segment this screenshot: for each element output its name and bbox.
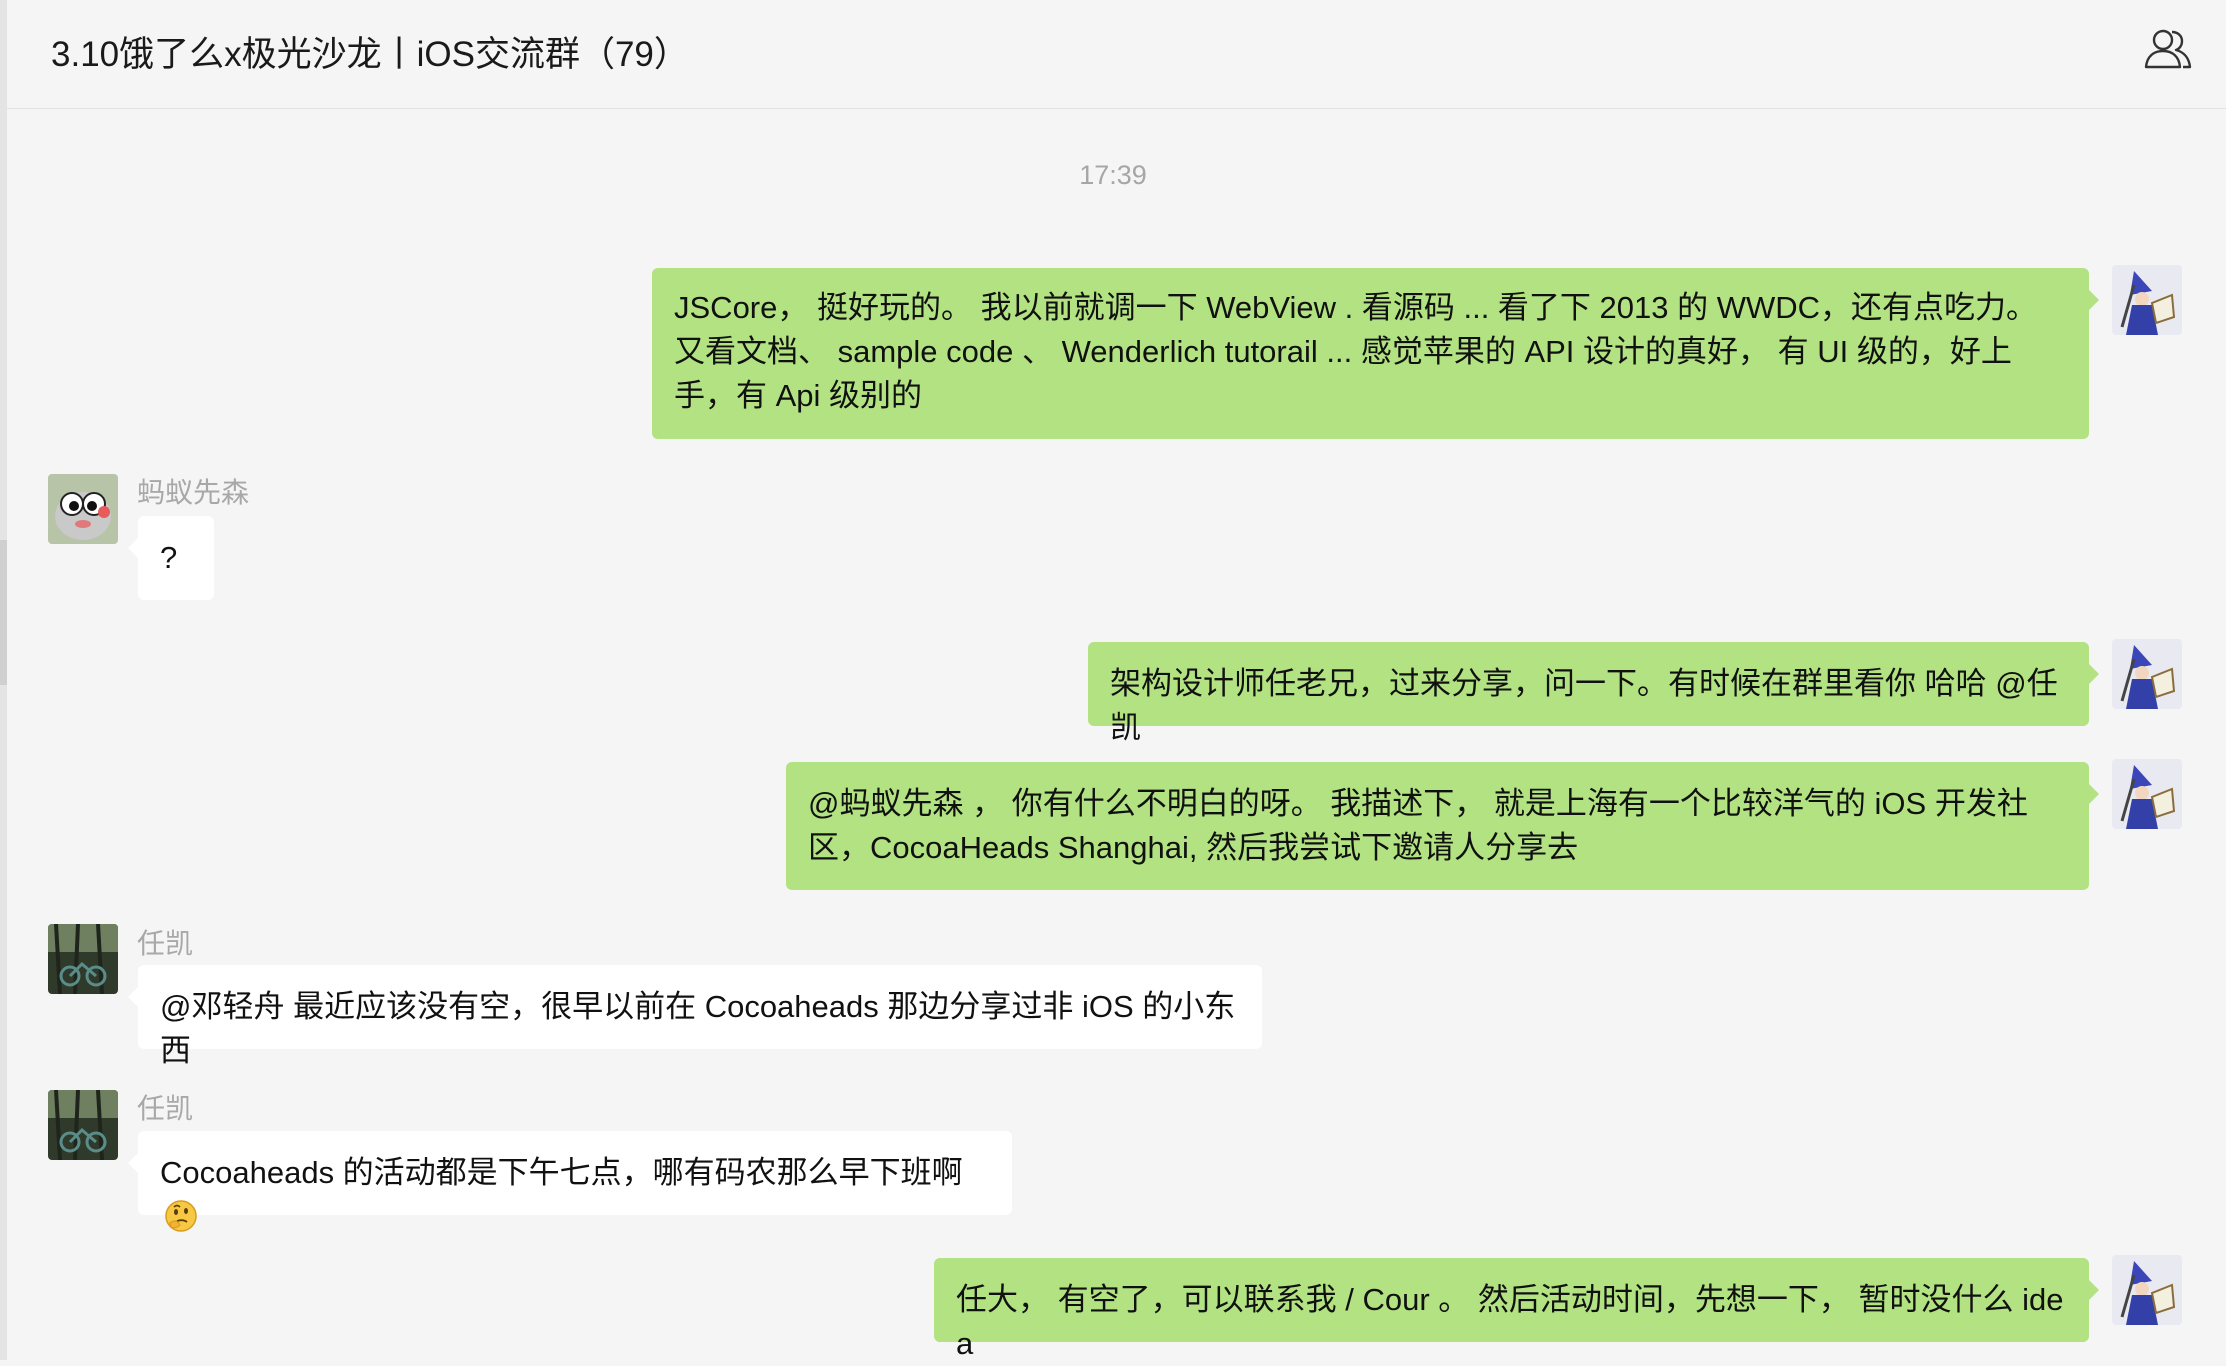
message-bubble-outgoing[interactable]: 任大， 有空了，可以联系我 / Cour 。 然后活动时间，先想一下， 暂时没什… bbox=[934, 1258, 2099, 1361]
message-text: Cocoaheads 的活动都是下午七点，哪有码农那么早下班啊 bbox=[160, 1155, 963, 1190]
sender-avatar[interactable] bbox=[48, 1090, 118, 1160]
message-bubble-outgoing[interactable]: JSCore， 挺好玩的。 我以前就调一下 WebView . 看源码 ... … bbox=[652, 268, 2099, 439]
message-text: 架构设计师任老兄，过来分享，问一下。有时候在群里看你 哈哈 @任凯 bbox=[1110, 666, 2058, 745]
members-icon[interactable] bbox=[2142, 27, 2194, 71]
my-avatar[interactable] bbox=[2112, 759, 2182, 829]
sender-name: 任凯 bbox=[137, 928, 194, 959]
message-bubble-outgoing[interactable]: 架构设计师任老兄，过来分享，问一下。有时候在群里看你 哈哈 @任凯 bbox=[1088, 642, 2099, 745]
chat-header: 3.10饿了么x极光沙龙丨iOS交流群（79） bbox=[7, 0, 2226, 109]
message-bubble-incoming[interactable]: @邓轻舟 最近应该没有空，很早以前在 Cocoaheads 那边分享过非 iOS… bbox=[128, 965, 1262, 1068]
message-text: JSCore， 挺好玩的。 我以前就调一下 WebView . 看源码 ... … bbox=[674, 290, 2038, 413]
message-timestamp: 17:39 bbox=[1079, 160, 1147, 190]
my-avatar[interactable] bbox=[2112, 639, 2182, 709]
message-bubble-incoming[interactable]: ? bbox=[128, 516, 214, 600]
sender-name: 蚂蚁先森 bbox=[137, 477, 250, 508]
sender-avatar[interactable] bbox=[48, 924, 118, 994]
message-bubble-incoming[interactable]: Cocoaheads 的活动都是下午七点，哪有码农那么早下班啊 bbox=[128, 1131, 1012, 1232]
message-bubble-outgoing[interactable]: @蚂蚁先森 ， 你有什么不明白的呀。 我描述下， 就是上海有一个比较洋气的 iO… bbox=[786, 762, 2099, 890]
thinking-face-icon bbox=[164, 1199, 198, 1245]
sidebar-scroll-mark[interactable] bbox=[0, 540, 7, 685]
sender-name: 任凯 bbox=[137, 1093, 194, 1124]
my-avatar[interactable] bbox=[2112, 1255, 2182, 1325]
message-text: @蚂蚁先森 ， 你有什么不明白的呀。 我描述下， 就是上海有一个比较洋气的 iO… bbox=[808, 786, 2028, 865]
chat-title: 3.10饿了么x极光沙龙丨iOS交流群（79） bbox=[51, 35, 689, 74]
my-avatar[interactable] bbox=[2112, 265, 2182, 335]
message-text: 任大， 有空了，可以联系我 / Cour 。 然后活动时间，先想一下， 暂时没什… bbox=[956, 1282, 2064, 1361]
sender-avatar[interactable] bbox=[48, 474, 118, 544]
message-text: @邓轻舟 最近应该没有空，很早以前在 Cocoaheads 那边分享过非 iOS… bbox=[160, 989, 1236, 1068]
message-text: ? bbox=[160, 540, 178, 575]
